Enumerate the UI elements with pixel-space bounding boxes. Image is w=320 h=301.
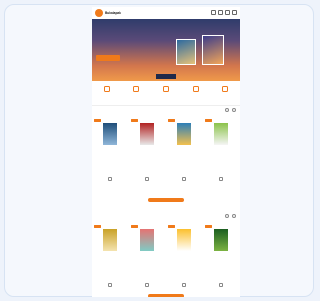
prev-arrow-icon[interactable] [225, 214, 229, 218]
book-cover[interactable] [140, 123, 154, 145]
book-section-1 [92, 108, 240, 204]
book-cover[interactable] [214, 229, 228, 251]
category-item[interactable] [185, 83, 207, 94]
discount-badge [131, 119, 138, 122]
book-cover[interactable] [177, 123, 191, 145]
menu-icon[interactable] [232, 10, 237, 15]
gift-icon [222, 86, 229, 92]
banner-cta-button[interactable] [96, 55, 120, 61]
book-icon [133, 86, 140, 92]
book-card[interactable] [129, 223, 166, 297]
brand-name: Bukalapak [105, 11, 121, 15]
search-icon[interactable] [211, 10, 216, 15]
discount-badge [168, 225, 175, 228]
discount-badge [94, 225, 101, 228]
grid-icon [103, 86, 110, 92]
heart-icon[interactable] [225, 10, 230, 15]
add-to-cart-icon[interactable] [145, 177, 149, 181]
promo-banner[interactable] [92, 19, 240, 81]
category-item[interactable] [125, 83, 147, 94]
category-item[interactable] [155, 83, 177, 94]
category-strip [92, 83, 240, 106]
discount-badge [131, 225, 138, 228]
prev-arrow-icon[interactable] [225, 108, 229, 112]
book-card[interactable] [203, 117, 240, 191]
section-arrows [225, 214, 236, 218]
book-row [92, 223, 240, 297]
book-card[interactable] [203, 223, 240, 297]
book-section-2 [92, 214, 240, 297]
section-arrows [225, 108, 236, 112]
book-card[interactable] [92, 117, 129, 191]
book-cover[interactable] [140, 229, 154, 251]
top-header: Bukalapak [92, 7, 240, 19]
book-cover[interactable] [214, 123, 228, 145]
add-to-cart-icon[interactable] [219, 283, 223, 287]
book-cover[interactable] [103, 123, 117, 145]
banner-book-cover [202, 35, 224, 65]
brand-logo[interactable] [95, 9, 103, 17]
star-icon [192, 86, 199, 92]
add-to-cart-icon[interactable] [108, 283, 112, 287]
add-to-cart-icon[interactable] [182, 283, 186, 287]
book-card[interactable] [92, 223, 129, 297]
banner-price-tag [156, 74, 176, 79]
banner-book-cover [176, 39, 196, 65]
book-cover[interactable] [103, 229, 117, 251]
category-item[interactable] [96, 83, 118, 94]
book-card[interactable] [166, 117, 203, 191]
add-to-cart-icon[interactable] [182, 177, 186, 181]
discount-badge [205, 225, 212, 228]
cart-icon[interactable] [218, 10, 223, 15]
add-to-cart-icon[interactable] [108, 177, 112, 181]
next-arrow-icon[interactable] [232, 214, 236, 218]
next-arrow-icon[interactable] [232, 108, 236, 112]
book-card[interactable] [166, 223, 203, 297]
book-cover[interactable] [177, 229, 191, 251]
add-to-cart-icon[interactable] [145, 283, 149, 287]
discount-badge [168, 119, 175, 122]
book-card[interactable] [129, 117, 166, 191]
see-more-button[interactable] [148, 198, 184, 202]
mobile-page-preview: Bukalapak [92, 7, 240, 297]
header-icons [211, 10, 237, 15]
book-row [92, 117, 240, 191]
discount-badge [94, 119, 101, 122]
tag-icon [162, 86, 169, 92]
category-item[interactable] [214, 83, 236, 94]
add-to-cart-icon[interactable] [219, 177, 223, 181]
see-more-button[interactable] [148, 294, 184, 297]
discount-badge [205, 119, 212, 122]
